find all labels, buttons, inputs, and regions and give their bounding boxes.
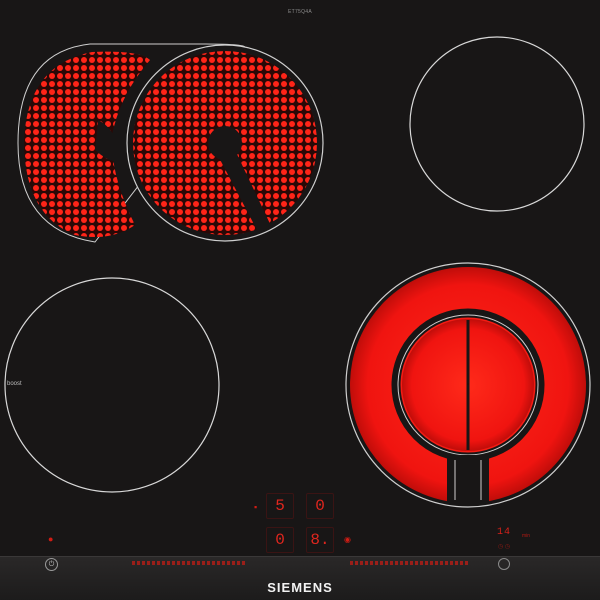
power-slider-right[interactable]	[350, 561, 468, 565]
power-display-top-left[interactable]: 5	[266, 493, 294, 519]
power-display-bottom-right[interactable]: 8.	[306, 527, 334, 553]
brand-logo: SIEMENS	[267, 580, 333, 595]
timer-unit: min	[522, 533, 531, 539]
power-display-bottom-left[interactable]: 0	[266, 527, 294, 553]
zone-bottom-left[interactable]	[4, 277, 220, 493]
power-display-top-right[interactable]: 0	[306, 493, 334, 519]
timer-icon[interactable]	[498, 558, 510, 570]
indicator-dot-icon: ●	[48, 534, 54, 544]
zone-top-right[interactable]	[409, 36, 585, 212]
timer-icon: ◷ ◷	[498, 544, 511, 550]
cooking-zones: ꞈ	[4, 36, 591, 508]
zone-top-left[interactable]	[17, 43, 324, 243]
indicator-dot-icon: ◉	[344, 535, 351, 544]
zone-bottom-right[interactable]: ꞈ	[345, 262, 591, 508]
indicator-dot-icon: ▪	[254, 502, 258, 512]
power-slider-left[interactable]	[132, 561, 246, 565]
zone-bottom-right-notch	[447, 455, 489, 503]
boost-label: boost	[7, 381, 22, 387]
model-code: ET75Q4A	[287, 9, 313, 15]
power-icon[interactable]: ⏻	[45, 558, 58, 571]
timer-display[interactable]: 14	[497, 527, 511, 538]
cooktop: ꞈ ET75Q4A boost ▪ 5 0 0 8. ◉ ● 14 min ◷ …	[0, 0, 600, 600]
